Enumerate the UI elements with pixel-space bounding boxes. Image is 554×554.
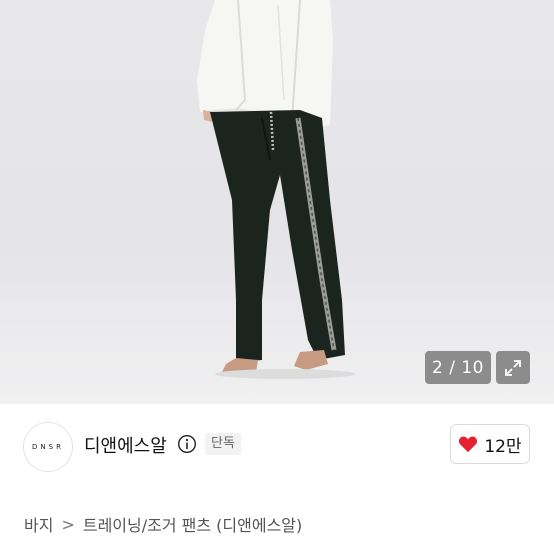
product-image-gallery[interactable]: 2 / 10 (0, 0, 554, 404)
product-photo-model (197, 0, 355, 379)
expand-arrows-icon (505, 359, 521, 376)
breadcrumb-category[interactable]: 바지 (24, 512, 53, 536)
seller-name[interactable]: 디앤에스알 (84, 432, 167, 458)
breadcrumb: 바지 > 트레이닝/조거 팬츠 (디앤에스알) (24, 512, 302, 536)
exclusive-badge: 단독 (205, 433, 241, 455)
like-button[interactable]: 12만 (450, 424, 530, 464)
expand-image-button[interactable] (496, 351, 530, 384)
image-counter-text: 2 / 10 (432, 357, 484, 378)
info-icon[interactable] (177, 434, 197, 454)
breadcrumb-separator: > (61, 514, 75, 534)
image-counter: 2 / 10 (425, 351, 491, 384)
section-divider (0, 490, 554, 491)
like-count: 12만 (484, 436, 522, 457)
seller-avatar[interactable]: DNSR (23, 422, 73, 472)
seller-row: DNSR 디앤에스알 단독 12만 (0, 404, 554, 490)
seller-avatar-text: DNSR (32, 443, 64, 451)
heart-icon (459, 436, 478, 453)
breadcrumb-product[interactable]: 트레이닝/조거 팬츠 (디앤에스알) (83, 512, 302, 536)
